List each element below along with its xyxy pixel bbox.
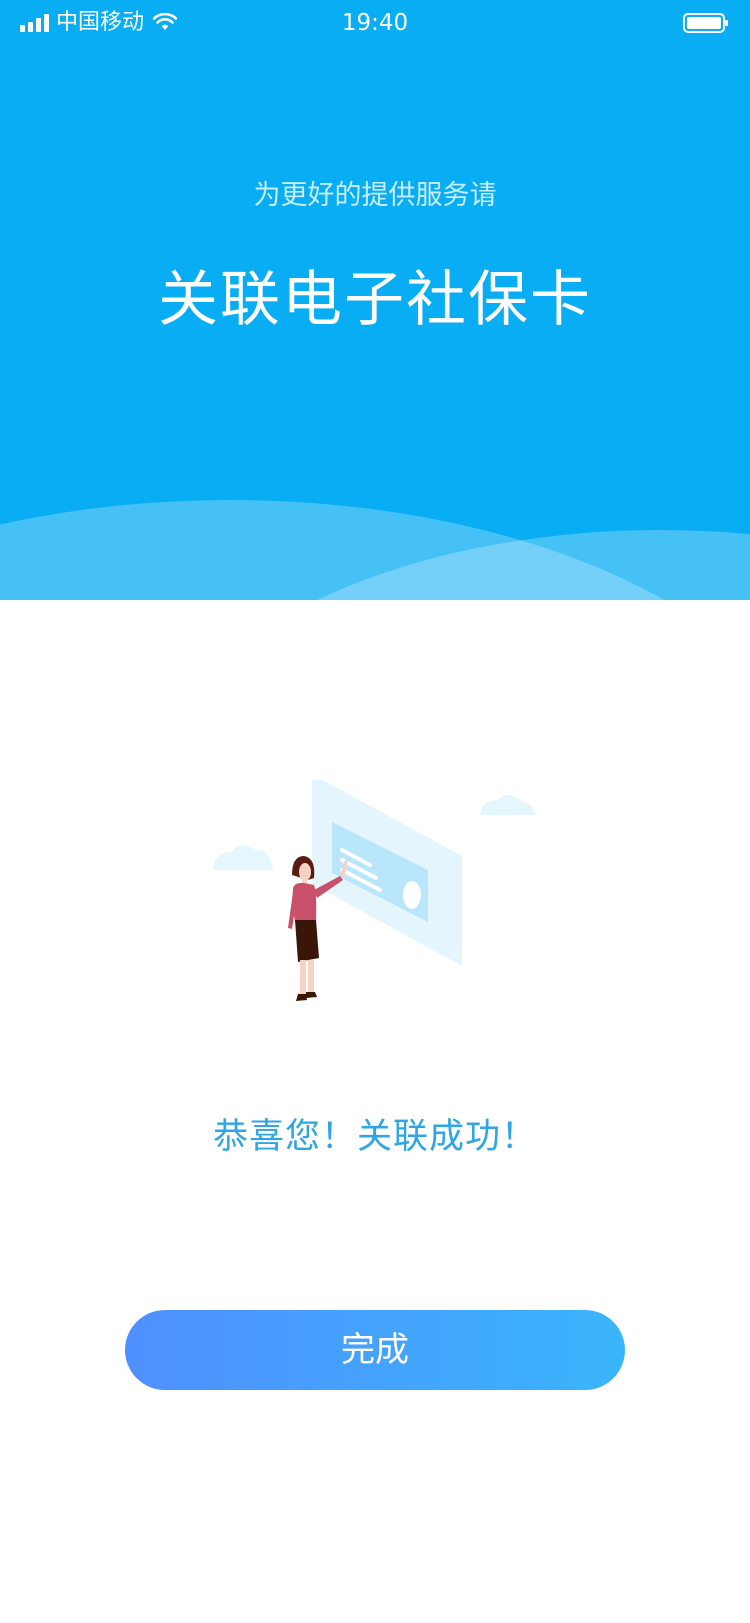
card-panel: [312, 780, 462, 966]
status-bar: 中国移动 19:40: [0, 0, 750, 46]
success-message: 恭喜您！关联成功！: [212, 1117, 537, 1157]
woman-touching-card-illustration: [213, 780, 536, 1001]
status-time: 19:40: [341, 10, 409, 36]
header-banner: 中国移动 19:40 为更好的提供服务请 关联电子社保卡: [0, 0, 750, 600]
cloud-icon: [213, 845, 273, 870]
cloud-icon: [480, 795, 536, 815]
screen: 中国移动 19:40 为更好的提供服务请 关联电子社保卡 恭喜您！关联成功！ 完…: [0, 0, 750, 1623]
page-title: 关联电子社保卡: [158, 265, 592, 335]
done-button[interactable]: 完成: [125, 1310, 625, 1390]
header-subtitle: 为更好的提供服务请: [253, 180, 497, 211]
battery-icon: [683, 13, 728, 33]
